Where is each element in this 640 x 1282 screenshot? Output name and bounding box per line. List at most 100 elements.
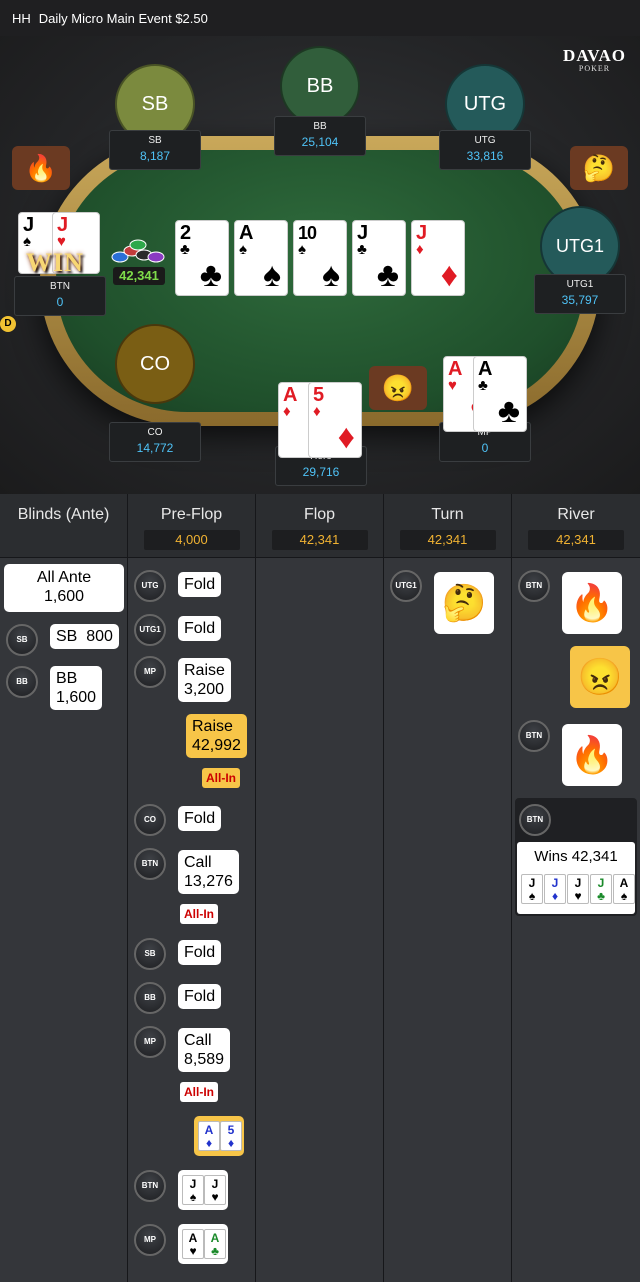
spade-icon: ♠: [262, 256, 281, 294]
action-call: Call 13,276: [178, 850, 239, 894]
btn-emote-bubble: 🔥: [12, 146, 70, 190]
pot-amount: 42,341: [113, 267, 165, 285]
hero-showdown-card-1: A ♦: [198, 1121, 220, 1151]
column-header: Blinds (Ante): [0, 494, 127, 558]
winning-card-2: J ♦: [544, 874, 566, 904]
seat-sb-name: SB: [148, 135, 162, 146]
spade-icon: ♠: [528, 889, 536, 903]
position-avatar-bb: BB: [134, 982, 166, 1014]
column-body: UTG1 🤔: [384, 558, 511, 1282]
board-card-1: 2 ♣ ♣: [175, 220, 229, 296]
diamond-icon: ♦: [205, 1136, 213, 1150]
action-type: Call: [184, 854, 212, 871]
heart-icon: ♥: [448, 377, 457, 394]
seat-sb-stack: 8,187: [139, 149, 171, 163]
column-title: River: [557, 506, 595, 523]
hero-showdown-cards: A ♦ 5 ♦: [194, 1116, 244, 1156]
mp-hole-card-2: A ♣ ♣: [473, 356, 527, 432]
btn-emote-1: 🔥: [562, 572, 622, 634]
angry-face-icon: 😠: [381, 372, 415, 403]
column-pot: 4,000: [143, 530, 240, 550]
hero-emote-bubble: 😠: [369, 366, 427, 410]
diamond-icon: ♦: [313, 403, 321, 420]
seat-sb-plate: SB 8,187: [109, 130, 201, 170]
club-icon: ♣: [478, 377, 488, 394]
seat-utg1-stack: 35,797: [561, 293, 599, 307]
column-title: Turn: [431, 506, 464, 523]
poker-app: HH Daily Micro Main Event $2.50 DAVAO PO…: [0, 0, 640, 1282]
diamond-icon: ♦: [283, 403, 291, 420]
seat-co-plate: CO 14,772: [109, 422, 201, 462]
seat-btn-name: BTN: [50, 281, 70, 292]
utg1-emote-bubble: 🤔: [570, 146, 628, 190]
action-amount: 8,589: [184, 1051, 225, 1068]
position-avatar-utg: UTG: [134, 570, 166, 602]
mp-showdown-card-2: A ♣: [204, 1229, 226, 1259]
club-icon: ♣: [199, 256, 222, 294]
seat-btn-plate: BTN 0: [14, 276, 106, 316]
club-icon: ♣: [357, 241, 367, 258]
heart-icon: ♥: [189, 1244, 197, 1258]
bb-value: 1,600: [56, 689, 97, 706]
column-title: Pre-Flop: [160, 506, 223, 523]
position-avatar-utg1: UTG1: [390, 570, 422, 602]
sb-blind-post: SB 800: [50, 624, 119, 649]
action-raise: Raise 3,200: [178, 658, 231, 702]
action-amount: 3,200: [184, 681, 225, 698]
angry-face-icon: 😠: [577, 656, 623, 697]
brand-logo: DAVAO POKER: [563, 46, 626, 73]
action-type: Call: [184, 1032, 212, 1049]
dealer-button: D: [0, 316, 16, 332]
board-card-4: J ♣ ♣: [352, 220, 406, 296]
column-body: All Ante 1,600 SB SB 800 BB BB 1,600: [0, 558, 127, 1282]
btn-showdown-cards: J ♠ J ♥: [178, 1170, 228, 1210]
action-fold: Fold: [178, 806, 222, 831]
ante-label: All Ante: [36, 569, 92, 586]
seat-utg1-name: UTG1: [566, 279, 594, 290]
seat-co-avatar: CO: [115, 324, 195, 404]
allin-badge: All-In: [180, 1082, 218, 1102]
column-pot: 42,341: [271, 530, 368, 550]
btn-emote-2: 🔥: [562, 724, 622, 786]
club-icon: ♣: [211, 1244, 219, 1258]
position-avatar-btn: BTN: [134, 1170, 166, 1202]
column-title: Blinds (Ante): [17, 506, 110, 523]
position-avatar-sb: SB: [134, 938, 166, 970]
action-type: Raise: [184, 662, 225, 679]
title-bar: HH Daily Micro Main Event $2.50: [0, 0, 640, 36]
column-flop: Flop 42,341: [256, 494, 384, 1282]
hero-action-raise: Raise 42,992: [186, 714, 247, 758]
seat-mp-stack: 0: [481, 441, 489, 455]
bb-blind-post: BB 1,600: [50, 666, 103, 710]
winning-card-1: J ♠: [521, 874, 543, 904]
diamond-icon: ♦: [440, 256, 458, 294]
column-blinds: Blinds (Ante) All Ante 1,600 SB SB 800 B…: [0, 494, 128, 1282]
hero-allin-badge: All-In: [202, 768, 240, 788]
diamond-icon: ♦: [337, 418, 355, 456]
column-preflop: Pre-Flop 4,000 UTG Fold UTG1 Fold MP Rai…: [128, 494, 256, 1282]
heart-icon: ♥: [574, 889, 582, 903]
bb-label: BB: [56, 670, 78, 687]
btn-showdown-card-2: J ♥: [204, 1175, 226, 1205]
position-avatar-utg1: UTG1: [134, 614, 166, 646]
action-fold: Fold: [178, 616, 222, 641]
column-header: Flop 42,341: [256, 494, 383, 558]
win-badge: WIN: [26, 248, 84, 277]
winning-card-3: J ♥: [567, 874, 589, 904]
sb-label: SB: [56, 628, 78, 645]
thinking-face-icon: 🤔: [582, 152, 616, 183]
win-amount: Wins 42,341: [534, 848, 618, 865]
board-card-5: J ♦ ♦: [411, 220, 465, 296]
position-avatar-btn: BTN: [518, 720, 550, 752]
position-avatar-mp: MP: [134, 1026, 166, 1058]
column-pot: 42,341: [399, 530, 496, 550]
seat-bb-avatar: BB: [280, 46, 360, 126]
action-amount: 13,276: [184, 873, 233, 890]
spade-icon: ♠: [620, 889, 628, 903]
tournament-title: Daily Micro Main Event $2.50: [38, 10, 208, 26]
action-fold: Fold: [178, 940, 222, 965]
board-card-2: A ♠ ♠: [234, 220, 288, 296]
column-title: Flop: [303, 506, 336, 523]
hero-hole-card-2: 5 ♦ ♦: [308, 382, 362, 458]
winning-card-4: J ♣: [590, 874, 612, 904]
